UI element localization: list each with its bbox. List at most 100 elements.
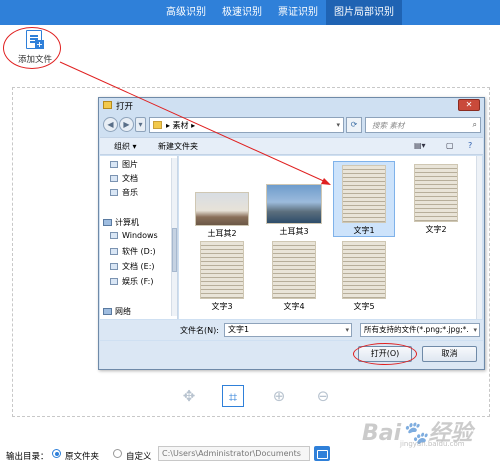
nav-label: 音乐 <box>122 188 138 197</box>
radio-source-folder[interactable] <box>52 449 61 458</box>
view-options-icon[interactable]: ▤▾ <box>414 141 426 150</box>
chevron-down-icon[interactable]: ▾ <box>473 324 477 336</box>
file-type-value: 所有支持的文件(*.png;*.jpg;*. <box>364 325 469 334</box>
nav-label: 文档 <box>122 174 138 183</box>
cancel-button[interactable]: 取消 <box>422 346 477 362</box>
preview-pane-icon[interactable]: ▢ <box>446 141 454 150</box>
dialog-toolbar: 组织 ▾ 新建文件夹 ▤▾ ▢ ? <box>100 137 483 155</box>
recognition-tabs: 高级识别 极速识别 票证识别 图片局部识别 <box>158 0 402 25</box>
nav-item-drive-c[interactable]: Windows <box>110 231 158 240</box>
filename-field[interactable]: 文字1 ▾ <box>224 323 352 337</box>
search-input[interactable]: 搜索 素材 ⌕ <box>365 117 481 133</box>
dialog-title-bar[interactable]: 打开 ✕ <box>99 98 484 113</box>
zoom-out-icon[interactable]: ⊖ <box>312 385 334 407</box>
file-name: 土耳其2 <box>207 229 237 238</box>
output-path-field[interactable]: C:\Users\Administrator\Documents <box>158 446 310 461</box>
scrollbar-thumb[interactable] <box>172 228 177 272</box>
nav-item-drive-e[interactable]: 文档 (E:) <box>110 261 155 272</box>
file-item-turkey2[interactable]: 土耳其2 <box>191 192 253 239</box>
dialog-title: 打开 <box>116 102 134 112</box>
file-name: 文字3 <box>211 302 233 311</box>
file-item-text2[interactable]: 文字2 <box>405 164 467 235</box>
nav-item-music[interactable]: 音乐 <box>110 187 138 198</box>
open-file-dialog: 打开 ✕ ◀ ▶ ▾ ▸ 素材 ▸ ▾ ⟳ 搜索 素材 ⌕ 组织 ▾ 新建文件夹… <box>98 97 485 370</box>
drive-icon <box>110 248 118 255</box>
filename-row: 文件名(N): 文字1 ▾ 所有支持的文件(*.png;*.jpg;*. ▾ <box>100 320 483 340</box>
nav-label: 软件 (D:) <box>122 247 156 256</box>
nav-item-computer[interactable]: 计算机 <box>103 217 139 228</box>
dialog-button-row: 打开(O) 取消 <box>100 341 483 369</box>
history-dropdown-icon[interactable]: ▾ <box>135 117 146 132</box>
back-button[interactable]: ◀ <box>103 117 118 132</box>
navigation-pane: 图片 文档 音乐 计算机 Windows 软件 (D:) 文档 (E:) 娱乐 … <box>100 156 178 319</box>
zoom-in-icon[interactable]: ⊕ <box>268 385 290 407</box>
photo-thumbnail <box>195 192 249 226</box>
music-icon <box>110 189 118 196</box>
nav-label: 娱乐 (F:) <box>122 277 154 286</box>
crop-icon[interactable]: ⌗ <box>222 385 244 407</box>
computer-icon <box>103 219 112 226</box>
documents-icon <box>110 175 118 182</box>
drive-icon <box>110 278 118 285</box>
search-placeholder: 搜索 素材 <box>372 121 405 130</box>
tab-image-partial-recognition[interactable]: 图片局部识别 <box>326 0 402 25</box>
network-icon <box>103 308 112 315</box>
file-type-select[interactable]: 所有支持的文件(*.png;*.jpg;*. ▾ <box>360 323 480 337</box>
nav-label: 计算机 <box>115 218 139 227</box>
file-item-text1[interactable]: 文字1 <box>333 161 395 237</box>
move-icon[interactable]: ✥ <box>178 385 200 407</box>
dialog-close-button[interactable]: ✕ <box>458 99 480 111</box>
file-name: 文字2 <box>425 225 447 234</box>
file-name: 文字1 <box>353 226 375 235</box>
address-bar[interactable]: ▸ 素材 ▸ ▾ <box>149 117 344 133</box>
address-path: ▸ 素材 ▸ <box>166 121 196 130</box>
file-list-scrollbar[interactable] <box>476 156 482 319</box>
photo-thumbnail <box>266 184 322 224</box>
new-folder-button[interactable]: 新建文件夹 <box>158 141 198 152</box>
file-item-text5[interactable]: 文字5 <box>333 241 395 312</box>
nav-label: Windows <box>122 231 158 240</box>
search-icon: ⌕ <box>472 120 477 129</box>
refresh-button[interactable]: ⟳ <box>346 117 362 133</box>
top-bar: 高级识别 极速识别 票证识别 图片局部识别 <box>0 0 500 25</box>
annotation-circle-add-file <box>3 27 61 69</box>
file-item-text3[interactable]: 文字3 <box>191 241 253 312</box>
nav-item-drive-f[interactable]: 娱乐 (F:) <box>110 276 153 287</box>
nav-item-pictures[interactable]: 图片 <box>110 159 138 170</box>
tab-advanced-recognition[interactable]: 高级识别 <box>158 0 214 25</box>
pictures-icon <box>110 161 118 168</box>
document-thumbnail <box>200 241 244 299</box>
document-thumbnail <box>342 241 386 299</box>
organize-menu[interactable]: 组织 ▾ <box>114 141 137 152</box>
file-item-text4[interactable]: 文字4 <box>263 241 325 312</box>
document-thumbnail <box>272 241 316 299</box>
forward-button[interactable]: ▶ <box>119 117 134 132</box>
document-thumbnail <box>414 164 458 222</box>
watermark-url: jingyan.baidu.com <box>400 440 465 448</box>
document-thumbnail <box>342 165 386 223</box>
nav-item-network[interactable]: 网络 <box>103 306 131 317</box>
folder-icon <box>153 121 162 129</box>
source-folder-label: 原文件夹 <box>65 452 100 462</box>
file-name: 文字5 <box>353 302 375 311</box>
file-name: 文字4 <box>283 302 305 311</box>
tab-certificate-recognition[interactable]: 票证识别 <box>270 0 326 25</box>
folder-icon <box>103 101 112 109</box>
browse-folder-button[interactable] <box>314 446 330 461</box>
drive-icon <box>110 232 118 239</box>
nav-item-documents[interactable]: 文档 <box>110 173 138 184</box>
nav-item-drive-d[interactable]: 软件 (D:) <box>110 246 156 257</box>
nav-scrollbar[interactable] <box>171 158 177 316</box>
chevron-down-icon[interactable]: ▾ <box>336 121 340 129</box>
nav-label: 文档 (E:) <box>122 262 155 271</box>
filename-value: 文字1 <box>228 325 250 334</box>
drive-icon <box>110 263 118 270</box>
file-name: 土耳其3 <box>279 227 309 236</box>
image-tools: ✥ ⌗ ⊕ ⊖ <box>178 385 338 409</box>
file-list-pane: 土耳其2 土耳其3 文字1 文字2 文字3 文字4 文字5 <box>179 156 482 319</box>
radio-custom-folder[interactable] <box>113 449 122 458</box>
chevron-down-icon[interactable]: ▾ <box>345 324 349 336</box>
file-item-turkey3[interactable]: 土耳其3 <box>263 184 325 237</box>
help-icon[interactable]: ? <box>468 141 472 150</box>
tab-fast-recognition[interactable]: 极速识别 <box>214 0 270 25</box>
